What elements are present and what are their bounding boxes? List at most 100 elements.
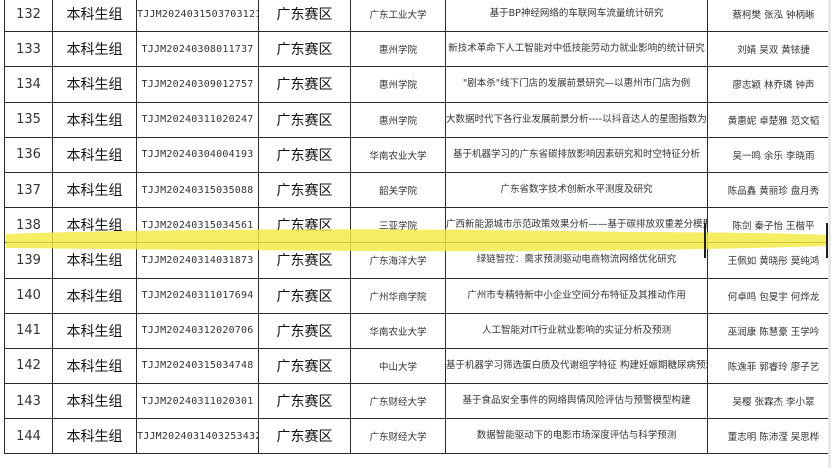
school-cell[interactable]: 广东工业大学 [350,0,446,33]
team-members-cell[interactable]: 何卓鸣 包旻宇 何烨龙 [707,277,831,314]
table-row[interactable]: 134 本科生组 TJJM20240309012757 广东赛区 惠州学院 "剧… [4,66,831,103]
entry-id-cell[interactable]: TJJM20240309012757 [136,66,259,103]
row-number-cell[interactable]: 134 [4,66,53,103]
region-cell[interactable]: 广东赛区 [258,347,351,385]
region-cell[interactable]: 广东赛区 [258,31,351,68]
group-cell[interactable]: 本科生组 [52,171,137,209]
group-cell[interactable]: 本科生组 [52,101,137,138]
group-cell[interactable]: 本科生组 [52,0,137,33]
row-number-cell[interactable]: 132 [4,0,53,33]
paper-title-cell[interactable]: 广州市专精特新中小企业空间分布特征及其推动作用 [445,277,708,314]
region-cell[interactable]: 广东赛区 [258,66,351,103]
region-cell[interactable]: 广东赛区 [258,418,351,455]
row-number-cell[interactable]: 135 [4,101,53,138]
region-cell[interactable]: 广东赛区 [258,242,351,279]
table-row[interactable]: 139 本科生组 TJJM20240314031873 广东赛区 广东海洋大学 … [4,242,831,279]
entry-id-cell[interactable]: TJJM20240314031873 [136,242,259,279]
paper-title-cell[interactable]: 数据智能驱动下的电影市场深度评估与科学预测 [445,418,708,455]
school-cell[interactable]: 中山大学 [350,347,446,385]
entry-id-cell[interactable]: TJJM20240308011737 [136,31,259,68]
row-number-cell[interactable]: 142 [4,347,53,385]
school-cell[interactable]: 广东财经大学 [350,383,446,420]
paper-title-cell[interactable]: "剧本杀"线下门店的发展前景研究—以惠州市门店为例 [445,66,708,103]
paper-title-cell[interactable]: 绿链智控：需求预测驱动电商物流网络优化研究 [445,242,708,279]
team-members-cell[interactable]: 巫润康 陈慧豪 王学吟 [707,312,831,349]
group-cell[interactable]: 本科生组 [52,383,137,420]
team-members-cell[interactable]: 陈逸菲 郭睿玲 廖子艺 [707,347,831,385]
region-cell[interactable]: 广东赛区 [258,0,351,33]
table-row[interactable]: 140 本科生组 TJJM20240311017694 广东赛区 广州华商学院 … [4,277,831,314]
entry-id-cell[interactable]: TJJM20240311017694 [136,277,259,314]
entry-id-cell[interactable]: TJJM20240315035088 [136,171,259,209]
row-number-cell[interactable]: 136 [4,136,53,173]
group-cell[interactable]: 本科生组 [52,418,137,455]
team-members-cell[interactable]: 王佩如 黄晓彤 莫纯鸿 [707,242,831,279]
table-row[interactable]: 144 本科生组 TJJM2024031403253432 广东赛区 广东财经大… [4,418,831,455]
table-row[interactable]: 133 本科生组 TJJM20240308011737 广东赛区 惠州学院 新技… [4,31,831,68]
paper-title-cell[interactable]: 广东省数字技术创新水平测度及研究 [445,171,708,209]
school-cell[interactable]: 广东财经大学 [350,418,446,455]
row-number-cell[interactable]: 141 [4,312,53,349]
table-row[interactable]: 137 本科生组 TJJM20240315035088 广东赛区 韶关学院 广东… [4,171,831,209]
region-cell[interactable]: 广东赛区 [258,207,351,244]
paper-title-cell[interactable]: 基于食品安全事件的网络舆情风险评估与预警模型构建 [445,383,708,420]
team-members-cell[interactable]: 蔡柯樊 张泓 钟柄晰 [707,0,831,33]
team-members-cell[interactable]: 吴樱 张霖杰 李小翠 [707,383,831,420]
entry-id-cell[interactable]: TJJM20240312020706 [136,312,259,349]
paper-title-cell[interactable]: 基于BP神经网络的车联网车流量统计研究 [445,0,708,33]
row-number-cell[interactable]: 137 [4,171,53,209]
region-cell[interactable]: 广东赛区 [258,312,351,349]
school-cell[interactable]: 广东海洋大学 [350,242,446,279]
team-members-cell[interactable]: 陈品鑫 黄丽珍 盘月秀 [707,171,831,209]
school-cell[interactable]: 惠州学院 [350,31,446,68]
group-cell[interactable]: 本科生组 [52,207,137,244]
paper-title-cell[interactable]: 广西新能源城市示范政策效果分析——基于碳排放双重差分模型 [445,207,708,244]
region-cell[interactable]: 广东赛区 [258,171,351,209]
school-cell[interactable]: 华南农业大学 [350,312,446,349]
entry-id-cell[interactable]: TJJM20240315034748 [136,347,259,385]
entry-id-cell[interactable]: TJJM20240311020247 [136,101,259,138]
row-number-cell[interactable]: 140 [4,277,53,314]
group-cell[interactable]: 本科生组 [52,136,137,173]
team-members-cell[interactable]: 吴一鸣 余乐 李晓雨 [707,136,831,173]
team-members-cell[interactable]: 陈剑 秦子怡 王楷平 [707,207,831,244]
paper-title-cell[interactable]: 人工智能对IT行业就业影响的实证分析及预测 [445,312,708,349]
school-cell[interactable]: 韶关学院 [350,171,446,209]
school-cell[interactable]: 广州华商学院 [350,277,446,314]
row-number-cell[interactable]: 144 [4,418,53,455]
paper-title-cell[interactable]: 基于机器学习筛选蛋白质及代谢组学特征 构建妊娠期糖尿病预测模型 [445,347,708,385]
row-number-cell[interactable]: 133 [4,31,53,68]
table-row[interactable]: 141 本科生组 TJJM20240312020706 广东赛区 华南农业大学 … [4,312,831,349]
region-cell[interactable]: 广东赛区 [258,277,351,314]
group-cell[interactable]: 本科生组 [52,66,137,103]
entry-id-cell[interactable]: TJJM2024031503703121 [136,0,259,33]
group-cell[interactable]: 本科生组 [52,277,137,314]
school-cell[interactable]: 惠州学院 [350,101,446,138]
entry-id-cell[interactable]: TJJM2024031403253432 [136,418,259,455]
table-row[interactable]: 142 本科生组 TJJM20240315034748 广东赛区 中山大学 基于… [4,347,831,385]
table-row[interactable]: 143 本科生组 TJJM20240311020301 广东赛区 广东财经大学 … [4,383,831,420]
team-members-cell[interactable]: 刘婧 吴双 黄铱捷 [707,31,831,68]
group-cell[interactable]: 本科生组 [52,347,137,385]
entry-id-cell[interactable]: TJJM20240315034561 [136,207,259,244]
group-cell[interactable]: 本科生组 [52,242,137,279]
table-row[interactable]: 132 本科生组 TJJM2024031503703121 广东赛区 广东工业大… [4,0,831,33]
paper-title-cell[interactable]: 新技术革命下人工智能对中低技能劳动力就业影响的统计研究 [445,31,708,68]
group-cell[interactable]: 本科生组 [52,312,137,349]
school-cell[interactable]: 惠州学院 [350,66,446,103]
team-members-cell[interactable]: 廖志颖 林乔璘 钟声 [707,66,831,103]
region-cell[interactable]: 广东赛区 [258,136,351,173]
row-number-cell[interactable]: 138 [4,207,53,244]
row-number-cell[interactable]: 139 [4,242,53,279]
table-row[interactable]: 135 本科生组 TJJM20240311020247 广东赛区 惠州学院 大数… [4,101,831,138]
region-cell[interactable]: 广东赛区 [258,101,351,138]
school-cell[interactable]: 华南农业大学 [350,136,446,173]
group-cell[interactable]: 本科生组 [52,31,137,68]
table-row[interactable]: 138 本科生组 TJJM20240315034561 广东赛区 三亚学院 广西… [4,207,831,244]
school-cell[interactable]: 三亚学院 [350,207,446,244]
team-members-cell[interactable]: 黄惠妮 卓楚雅 范文韬 [707,101,831,138]
team-members-cell[interactable]: 董志明 陈沛滢 吴思桦 [707,418,831,455]
paper-title-cell[interactable]: 大数据时代下各行业发展前景分析----以抖音达人的星图指数为例 [445,101,708,138]
paper-title-cell[interactable]: 基于机器学习的广东省碳排放影响因素研究和时空特征分析 [445,136,708,173]
table-row[interactable]: 136 本科生组 TJJM20240304004193 广东赛区 华南农业大学 … [4,136,831,173]
